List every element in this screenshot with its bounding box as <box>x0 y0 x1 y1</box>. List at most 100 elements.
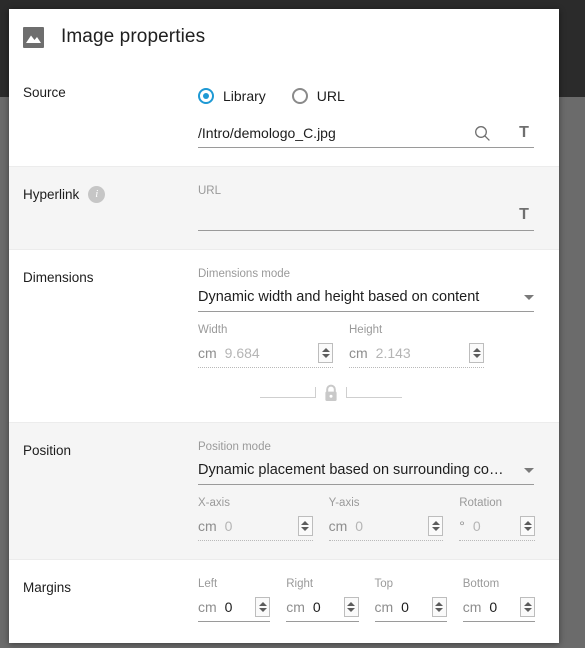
stepper-up-icon[interactable] <box>301 521 310 525</box>
section-source-label: Source <box>23 83 198 148</box>
margin-top-unit: cm <box>374 599 394 615</box>
margin-right-field[interactable]: Right cm 0 <box>286 578 359 622</box>
source-path-field[interactable]: /Intro/demologo_C.jpg T <box>198 119 534 148</box>
stepper-up-icon[interactable] <box>523 521 532 525</box>
stepper-down-icon[interactable] <box>258 608 267 612</box>
text-token-icon[interactable]: T <box>514 123 534 143</box>
height-field[interactable]: Height cm 2.143 <box>349 324 484 368</box>
stepper-up-icon[interactable] <box>472 348 481 352</box>
margin-left-unit: cm <box>198 599 217 615</box>
radio-library-mark <box>198 88 214 104</box>
width-field[interactable]: Width cm 9.684 <box>198 324 333 368</box>
margin-top-stepper[interactable] <box>431 597 447 617</box>
stepper-down-icon[interactable] <box>523 608 532 612</box>
text-token-icon[interactable]: T <box>514 205 534 225</box>
source-radio-group: Library URL <box>198 83 535 109</box>
position-mode-select[interactable]: Position mode Dynamic placement based on… <box>198 441 534 485</box>
x-axis-stepper[interactable] <box>297 516 313 536</box>
hyperlink-url-caption: URL <box>198 185 222 197</box>
dimensions-mode-select[interactable]: Dimensions mode Dynamic width and height… <box>198 268 534 312</box>
stepper-up-icon[interactable] <box>347 602 355 606</box>
stepper-down-icon[interactable] <box>523 527 532 531</box>
radio-url[interactable]: URL <box>291 88 345 104</box>
x-axis-unit: cm <box>198 518 217 534</box>
rotation-unit: ° <box>459 518 465 534</box>
section-position: Position Position mode Dynamic placement… <box>9 422 559 559</box>
hyperlink-url-field[interactable]: URL T <box>198 185 534 231</box>
lock-icon[interactable] <box>323 384 339 408</box>
section-hyperlink: Hyperlink i URL T <box>9 166 559 249</box>
lock-connector-right <box>346 386 402 398</box>
margin-left-field[interactable]: Left cm 0 <box>198 578 271 622</box>
section-dimensions-label: Dimensions <box>23 268 198 404</box>
height-unit: cm <box>349 345 368 361</box>
hyperlink-label-text: Hyperlink <box>23 187 80 202</box>
margin-left-caption: Left <box>198 578 218 590</box>
section-dimensions: Dimensions Dimensions mode Dynamic width… <box>9 249 559 422</box>
margin-right-stepper[interactable] <box>343 597 359 617</box>
x-axis-caption: X-axis <box>198 497 230 509</box>
height-value: 2.143 <box>375 345 411 361</box>
info-icon[interactable]: i <box>88 186 106 203</box>
y-axis-field[interactable]: Y-axis cm 0 <box>328 497 444 541</box>
radio-library-label: Library <box>223 88 266 104</box>
margin-bottom-field[interactable]: Bottom cm 0 <box>462 578 535 622</box>
y-axis-caption: Y-axis <box>328 497 360 509</box>
margins-label-text: Margins <box>23 580 72 595</box>
position-mode-caption: Position mode <box>198 441 271 453</box>
margin-left-value: 0 <box>224 599 233 615</box>
position-number-row: X-axis cm 0 Y-axis cm 0 Rotation ° 0 <box>198 497 535 541</box>
margin-right-value: 0 <box>312 599 321 615</box>
dimensions-mode-value: Dynamic width and height based on conten… <box>198 289 480 305</box>
radio-url-label: URL <box>316 88 345 104</box>
stepper-down-icon[interactable] <box>301 527 310 531</box>
stepper-down-icon[interactable] <box>472 354 481 358</box>
width-stepper[interactable] <box>318 343 333 363</box>
y-axis-unit: cm <box>328 518 348 534</box>
width-caption: Width <box>198 324 228 336</box>
stepper-up-icon[interactable] <box>258 602 267 606</box>
x-axis-value: 0 <box>224 518 233 534</box>
image-icon <box>23 26 44 48</box>
margin-right-unit: cm <box>286 599 305 615</box>
stepper-down-icon[interactable] <box>347 608 355 612</box>
dimensions-label-text: Dimensions <box>23 270 94 285</box>
margin-bottom-unit: cm <box>462 599 482 615</box>
apply-button[interactable]: APPLY <box>484 640 535 643</box>
stepper-down-icon[interactable] <box>431 527 440 531</box>
stepper-up-icon[interactable] <box>431 521 440 525</box>
stepper-up-icon[interactable] <box>523 602 532 606</box>
stepper-down-icon[interactable] <box>435 608 444 612</box>
cancel-button[interactable]: CANCEL <box>390 640 454 643</box>
stepper-down-icon[interactable] <box>321 354 330 358</box>
section-position-label: Position <box>23 441 198 541</box>
margin-bottom-caption: Bottom <box>462 578 500 590</box>
section-margins: Margins Left cm 0 Right cm 0 Top cm 0 Bo… <box>9 559 559 626</box>
x-axis-field[interactable]: X-axis cm 0 <box>198 497 313 541</box>
margin-bottom-stepper[interactable] <box>520 597 535 617</box>
aspect-ratio-lock-row[interactable] <box>198 380 535 404</box>
margin-top-value: 0 <box>401 599 409 615</box>
dialog-footer: CANCEL APPLY <box>9 626 559 643</box>
height-stepper[interactable] <box>469 343 484 363</box>
width-unit: cm <box>198 345 217 361</box>
stepper-up-icon[interactable] <box>321 348 330 352</box>
rotation-caption: Rotation <box>459 497 503 509</box>
page-title: Image properties <box>61 26 206 47</box>
lock-connector-left <box>260 386 316 398</box>
rotation-field[interactable]: Rotation ° 0 <box>459 497 535 541</box>
margin-left-stepper[interactable] <box>255 597 271 617</box>
y-axis-stepper[interactable] <box>428 516 444 536</box>
search-icon[interactable] <box>472 123 492 143</box>
radio-library[interactable]: Library <box>198 88 266 104</box>
rotation-stepper[interactable] <box>520 516 535 536</box>
radio-url-mark <box>291 88 308 104</box>
source-label-text: Source <box>23 85 66 100</box>
section-margins-label: Margins <box>23 578 198 622</box>
margin-top-field[interactable]: Top cm 0 <box>374 578 447 622</box>
y-axis-value: 0 <box>355 518 364 534</box>
dialog-header: Image properties <box>9 9 559 65</box>
stepper-up-icon[interactable] <box>435 602 444 606</box>
image-properties-dialog: Image properties Source Library URL /Int… <box>9 9 559 643</box>
margin-bottom-value: 0 <box>489 599 498 615</box>
